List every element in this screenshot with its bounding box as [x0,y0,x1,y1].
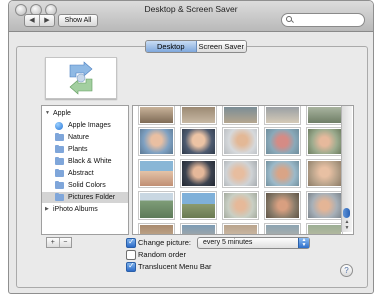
back-arrow-icon[interactable]: ◀ [25,15,40,26]
source-group-apple[interactable]: ▼ Apple [42,108,128,119]
picture-thumbnail[interactable] [223,160,258,187]
source-item-label: Apple [53,110,71,117]
source-item-abstract[interactable]: Abstract [42,168,128,179]
source-item-label: Solid Colors [68,182,106,189]
source-item-label: Black & White [68,158,112,165]
source-item-plants[interactable]: Plants [42,144,128,155]
picture-thumbnail[interactable] [181,192,216,219]
picture-thumbnail[interactable] [181,160,216,187]
picture-thumbnail[interactable] [307,106,342,124]
default-wallpaper-preview-icon [46,58,116,98]
random-order-checkbox[interactable] [126,250,136,260]
random-order-label: Random order [138,250,186,259]
picture-thumbnail[interactable] [307,160,342,187]
back-forward-control: ◀ ▶ [24,14,55,27]
picture-thumbnail[interactable] [139,128,174,155]
picture-thumbnail[interactable] [265,128,300,155]
folder-icon [55,193,64,201]
remove-button[interactable]: − [60,238,72,247]
picture-thumbnail[interactable] [265,160,300,187]
source-item-label: iPhoto Albums [53,206,98,213]
tab-desktop[interactable]: Desktop [146,41,197,52]
picture-thumbnail[interactable] [139,192,174,219]
disclosure-open-icon[interactable]: ▼ [45,108,50,119]
desktop-preview-well[interactable] [45,57,117,99]
picture-thumbnail[interactable] [223,106,258,124]
picture-thumbnail[interactable] [307,192,342,219]
change-picture-label: Change picture: [138,238,191,247]
apple-images-icon [55,122,63,130]
source-item-label: Plants [68,146,88,153]
folder-icon [55,157,64,165]
picture-thumbnail[interactable] [265,106,300,124]
source-item-apple-images[interactable]: Apple Images [42,120,128,131]
source-item-label: Nature [68,134,90,141]
picture-thumbnail[interactable] [181,224,216,234]
picture-thumbnail[interactable] [223,128,258,155]
picture-thumbnail[interactable] [307,128,342,155]
source-list-buttons: + − [46,237,72,248]
source-item-label: Apple Images [68,122,111,129]
add-button[interactable]: + [47,238,60,247]
tab-bar: Desktop Screen Saver [145,40,247,53]
popup-arrows-icon: ▲ ▼ [298,238,309,248]
source-group-iphoto-albums[interactable]: ▶ iPhoto Albums [42,204,128,215]
search-field[interactable] [281,13,365,27]
translucent-menu-bar-label: Translucent Menu Bar [138,262,212,271]
disclosure-closed-icon[interactable]: ▶ [45,204,49,215]
picture-grid-scrollbar[interactable]: ▲ ▼ [341,106,352,232]
preferences-window: Desktop & Screen Saver ◀ ▶ Show All Desk… [8,0,374,294]
forward-arrow-icon[interactable]: ▶ [40,15,54,26]
picture-thumbnail[interactable] [139,224,174,234]
picture-thumbnail[interactable] [139,160,174,187]
picture-thumbnail[interactable] [265,224,300,234]
scrollbar-thumb[interactable] [343,208,350,218]
source-item-nature[interactable]: Nature [42,132,128,143]
picture-thumbnail[interactable] [223,224,258,234]
source-item-label: Abstract [68,170,94,177]
picture-thumbnail[interactable] [307,224,342,234]
source-item-black-white[interactable]: Black & White [42,156,128,167]
scroll-down-arrow-icon[interactable]: ▼ [342,225,352,231]
picture-thumbnail[interactable] [223,192,258,219]
folder-icon [55,133,64,141]
change-interval-popup[interactable]: every 5 minutes ▲ ▼ [197,237,310,249]
tab-screen-saver[interactable]: Screen Saver [196,41,246,52]
folder-icon [55,145,64,153]
picture-thumbnail[interactable] [181,128,216,155]
show-all-button[interactable]: Show All [58,14,98,27]
folder-icon [55,169,64,177]
picture-grid [132,105,354,235]
picture-thumbnail[interactable] [265,192,300,219]
help-button[interactable]: ? [340,264,353,277]
search-icon [286,16,292,22]
picture-thumbnail[interactable] [139,106,174,124]
source-item-solid-colors[interactable]: Solid Colors [42,180,128,191]
source-item-pictures-folder[interactable]: Pictures Folder [42,192,128,203]
translucent-menu-bar-checkbox[interactable] [126,261,136,272]
source-item-label: Pictures Folder [68,194,116,201]
change-picture-checkbox[interactable] [126,237,136,248]
interval-value: every 5 minutes [203,239,253,246]
picture-thumbnail[interactable] [181,106,216,124]
title-bar: Desktop & Screen Saver ◀ ▶ Show All [9,1,373,32]
source-list: ▼ Apple Apple Images Nature Plants Black… [41,105,129,235]
folder-icon [55,181,64,189]
